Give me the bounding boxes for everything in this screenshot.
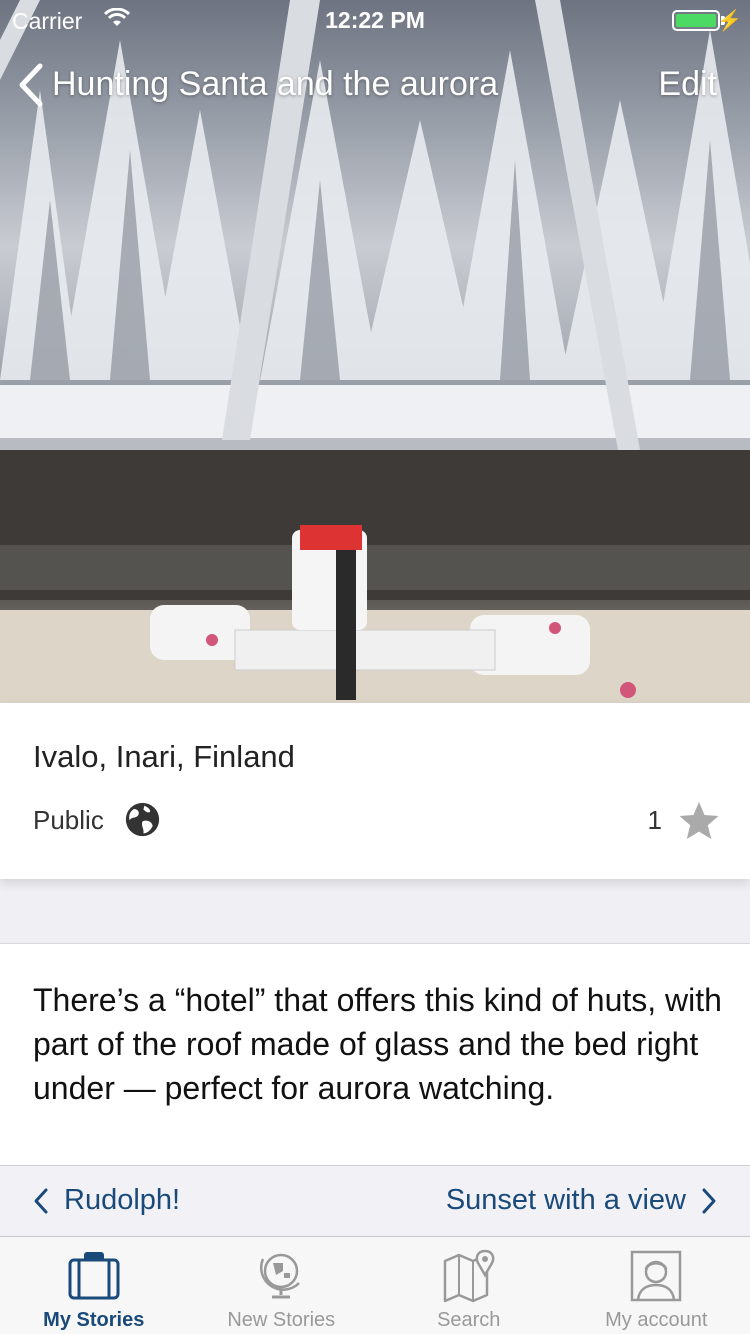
previous-story-label: Rudolph! bbox=[64, 1184, 181, 1216]
next-story-label: Sunset with a view bbox=[445, 1184, 686, 1216]
story-description-panel: There’s a “hotel” that offers this kind … bbox=[0, 943, 750, 1165]
visibility-label[interactable]: Public bbox=[33, 805, 104, 836]
tab-new-stories[interactable]: New Stories bbox=[188, 1237, 376, 1334]
edit-button[interactable]: Edit bbox=[658, 65, 717, 104]
next-story-link[interactable]: Sunset with a view bbox=[446, 1184, 718, 1217]
page-title[interactable]: Hunting Santa and the aurora bbox=[52, 65, 498, 104]
story-pager: Rudolph! Sunset with a view bbox=[0, 1165, 750, 1236]
story-location: Ivalo, Inari, Finland bbox=[33, 739, 295, 774]
tab-label: Search bbox=[437, 1309, 501, 1331]
user-portrait-icon bbox=[631, 1250, 682, 1302]
tab-label: My account bbox=[605, 1309, 708, 1331]
story-detail-screen: Carrier 12:22 PM ⚡ Hunting Santa and the… bbox=[0, 0, 750, 1334]
navigation-bar: Hunting Santa and the aurora Edit bbox=[0, 40, 750, 128]
status-bar: Carrier 12:22 PM ⚡ bbox=[0, 0, 750, 40]
tab-my-stories[interactable]: My Stories bbox=[0, 1237, 188, 1334]
tab-label: My Stories bbox=[43, 1309, 145, 1331]
story-info-card: Ivalo, Inari, Finland Public 1 bbox=[0, 703, 750, 879]
back-chevron-icon[interactable] bbox=[16, 62, 46, 108]
globe-map-icon bbox=[260, 1253, 301, 1299]
star-icon[interactable] bbox=[678, 800, 720, 842]
chevron-left-icon bbox=[34, 1188, 48, 1213]
tab-label: New Stories bbox=[227, 1309, 336, 1331]
tab-search[interactable]: Search bbox=[375, 1237, 563, 1334]
clock: 12:22 PM bbox=[325, 7, 425, 33]
battery-icon bbox=[672, 10, 720, 31]
story-description: There’s a “hotel” that offers this kind … bbox=[33, 982, 722, 1106]
chevron-right-icon bbox=[702, 1188, 716, 1213]
map-pin-icon bbox=[443, 1249, 495, 1303]
star-count: 1 bbox=[647, 805, 662, 835]
suitcase-icon bbox=[68, 1252, 120, 1300]
charging-icon: ⚡ bbox=[717, 10, 742, 32]
globe-icon[interactable] bbox=[124, 801, 161, 838]
previous-story-link[interactable]: Rudolph! bbox=[32, 1184, 180, 1217]
tab-bar: My Stories New Stories Search My account bbox=[0, 1236, 750, 1334]
tab-my-account[interactable]: My account bbox=[563, 1237, 750, 1334]
